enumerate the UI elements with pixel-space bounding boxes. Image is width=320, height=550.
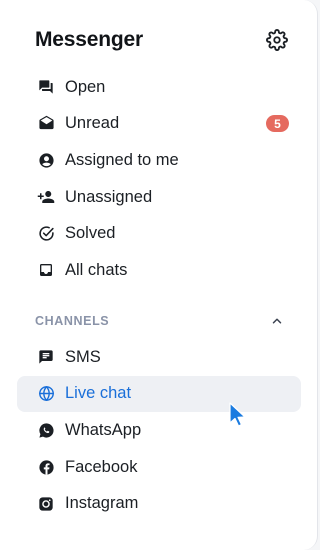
sidebar-item-whatsapp[interactable]: WhatsApp: [17, 412, 301, 449]
channels-section-header: CHANNELS: [35, 311, 287, 331]
sidebar-item-label: SMS: [65, 347, 101, 366]
sidebar-item-unread[interactable]: Unread 5: [17, 106, 301, 143]
facebook-icon: [37, 458, 55, 476]
gear-icon: [266, 29, 288, 51]
sidebar-item-solved[interactable]: Solved: [17, 215, 301, 252]
sidebar-item-label: Open: [65, 77, 106, 96]
sidebar-item-label: Assigned to me: [65, 150, 179, 169]
messenger-sidebar: Messenger Open Unread 5 Assigned to me U…: [0, 0, 318, 550]
page-title: Messenger: [35, 28, 143, 51]
inbox-icon: [37, 261, 55, 279]
inbox-nav: Open Unread 5 Assigned to me Unassigned: [17, 69, 301, 289]
unread-count-badge: 5: [266, 115, 289, 133]
sidebar-item-assigned-to-me[interactable]: Assigned to me: [17, 142, 301, 179]
envelope-open-icon: [37, 115, 55, 133]
check-circle-icon: [37, 225, 55, 243]
whatsapp-icon: [37, 421, 55, 439]
channels-nav: SMS Live chat WhatsApp Facebook Instagra…: [17, 339, 301, 522]
sidebar-item-label: Unassigned: [65, 187, 153, 206]
sidebar-item-label: WhatsApp: [65, 420, 142, 439]
sidebar-item-unassigned[interactable]: Unassigned: [17, 179, 301, 216]
sidebar-item-facebook[interactable]: Facebook: [17, 449, 301, 486]
instagram-icon: [37, 495, 55, 513]
mouse-cursor-icon: [229, 402, 246, 427]
sidebar-item-label: Facebook: [65, 457, 138, 476]
sidebar-item-all-chats[interactable]: All chats: [17, 252, 301, 289]
collapse-channels-button[interactable]: [267, 311, 287, 331]
sidebar-item-instagram[interactable]: Instagram: [17, 485, 301, 522]
sidebar-header: Messenger: [35, 26, 289, 54]
sms-icon: [37, 348, 55, 366]
chat-bubbles-icon: [37, 78, 55, 96]
user-circle-icon: [37, 151, 55, 169]
sidebar-item-sms[interactable]: SMS: [17, 339, 301, 376]
sidebar-item-label: Solved: [65, 224, 116, 243]
sidebar-item-live-chat[interactable]: Live chat: [17, 375, 301, 413]
sidebar-item-label: Unread: [65, 114, 120, 133]
chevron-up-icon: [272, 318, 282, 324]
sidebar-item-label: Instagram: [65, 494, 139, 513]
sidebar-item-open[interactable]: Open: [17, 69, 301, 106]
section-title: CHANNELS: [35, 314, 110, 328]
settings-button[interactable]: [265, 28, 289, 52]
sidebar-item-label: All chats: [65, 260, 128, 279]
sidebar-item-label: Live chat: [65, 384, 132, 403]
user-plus-icon: [37, 188, 55, 206]
globe-icon: [37, 385, 55, 403]
